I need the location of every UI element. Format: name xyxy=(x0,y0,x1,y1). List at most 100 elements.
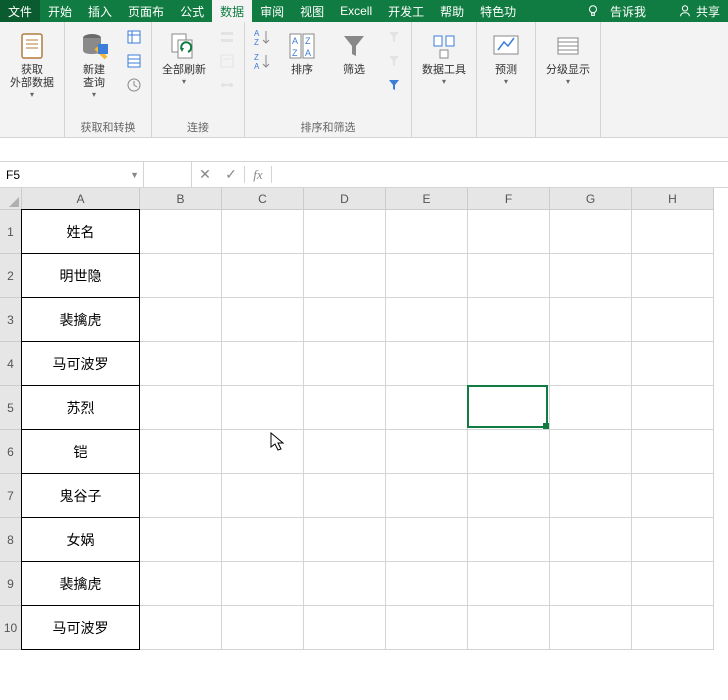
cell-D9[interactable] xyxy=(304,562,386,606)
cell-A4[interactable]: 马可波罗 xyxy=(21,341,140,386)
cell-G4[interactable] xyxy=(550,342,632,386)
cell-A2[interactable]: 明世隐 xyxy=(21,253,140,298)
cell-F6[interactable] xyxy=(468,430,550,474)
tab-1[interactable]: 插入 xyxy=(80,0,120,22)
cell-D3[interactable] xyxy=(304,298,386,342)
cell-F10[interactable] xyxy=(468,606,550,650)
name-box[interactable]: ▼ xyxy=(0,162,144,187)
cell-H10[interactable] xyxy=(632,606,714,650)
refresh-all-button[interactable]: 全部刷新 ▾ xyxy=(158,26,210,90)
cell-E9[interactable] xyxy=(386,562,468,606)
cell-E6[interactable] xyxy=(386,430,468,474)
cell-F1[interactable] xyxy=(468,210,550,254)
cell-E3[interactable] xyxy=(386,298,468,342)
col-header-A[interactable]: A xyxy=(22,188,140,210)
row-header-6[interactable]: 6 xyxy=(0,430,22,474)
cell-D8[interactable] xyxy=(304,518,386,562)
tab-6[interactable]: 视图 xyxy=(292,0,332,22)
cell-D10[interactable] xyxy=(304,606,386,650)
cell-B9[interactable] xyxy=(140,562,222,606)
data-tools-button[interactable]: 数据工具 ▾ xyxy=(418,26,470,90)
col-header-E[interactable]: E xyxy=(386,188,468,210)
tab-3[interactable]: 公式 xyxy=(172,0,212,22)
select-all-corner[interactable] xyxy=(0,188,22,210)
cell-H2[interactable] xyxy=(632,254,714,298)
cell-C7[interactable] xyxy=(222,474,304,518)
get-external-data-button[interactable]: 获取 外部数据 ▾ xyxy=(6,26,58,103)
cell-H7[interactable] xyxy=(632,474,714,518)
cell-H8[interactable] xyxy=(632,518,714,562)
cell-G10[interactable] xyxy=(550,606,632,650)
tab-4[interactable]: 数据 xyxy=(212,0,252,22)
row-header-3[interactable]: 3 xyxy=(0,298,22,342)
cell-A7[interactable]: 鬼谷子 xyxy=(21,473,140,518)
cell-A3[interactable]: 裴擒虎 xyxy=(21,297,140,342)
cell-C1[interactable] xyxy=(222,210,304,254)
from-table-button[interactable] xyxy=(123,50,145,72)
tab-file[interactable]: 文件 xyxy=(0,0,40,22)
cells-area[interactable]: 姓名明世隐裴擒虎马可波罗苏烈铠鬼谷子女娲裴擒虎马可波罗 xyxy=(22,210,714,650)
tab-10[interactable]: 特色功 xyxy=(472,0,524,22)
cell-E10[interactable] xyxy=(386,606,468,650)
row-header-2[interactable]: 2 xyxy=(0,254,22,298)
cell-D6[interactable] xyxy=(304,430,386,474)
cell-E1[interactable] xyxy=(386,210,468,254)
row-header-4[interactable]: 4 xyxy=(0,342,22,386)
cell-E7[interactable] xyxy=(386,474,468,518)
cell-H3[interactable] xyxy=(632,298,714,342)
sort-desc-button[interactable]: ZA xyxy=(251,50,273,72)
spreadsheet-grid[interactable]: ABCDEFGH12345678910姓名明世隐裴擒虎马可波罗苏烈铠鬼谷子女娲裴… xyxy=(0,188,728,650)
tab-0[interactable]: 开始 xyxy=(40,0,80,22)
row-header-1[interactable]: 1 xyxy=(0,210,22,254)
cell-B8[interactable] xyxy=(140,518,222,562)
cell-C8[interactable] xyxy=(222,518,304,562)
row-header-5[interactable]: 5 xyxy=(0,386,22,430)
sort-asc-button[interactable]: AZ xyxy=(251,26,273,48)
cell-F2[interactable] xyxy=(468,254,550,298)
tab-9[interactable]: 帮助 xyxy=(432,0,472,22)
row-header-8[interactable]: 8 xyxy=(0,518,22,562)
cell-G8[interactable] xyxy=(550,518,632,562)
cell-F9[interactable] xyxy=(468,562,550,606)
cell-E8[interactable] xyxy=(386,518,468,562)
cell-D5[interactable] xyxy=(304,386,386,430)
formula-input[interactable] xyxy=(272,162,728,187)
tab-8[interactable]: 开发工 xyxy=(380,0,432,22)
cell-A8[interactable]: 女娲 xyxy=(21,517,140,562)
new-query-button[interactable]: 新建 查询 ▾ xyxy=(71,26,117,103)
cell-C2[interactable] xyxy=(222,254,304,298)
cell-E2[interactable] xyxy=(386,254,468,298)
cell-D7[interactable] xyxy=(304,474,386,518)
cell-C10[interactable] xyxy=(222,606,304,650)
cell-H9[interactable] xyxy=(632,562,714,606)
cell-A10[interactable]: 马可波罗 xyxy=(21,605,140,650)
cell-H5[interactable] xyxy=(632,386,714,430)
cell-G1[interactable] xyxy=(550,210,632,254)
share-button[interactable]: 共享 xyxy=(678,3,720,20)
cell-B7[interactable] xyxy=(140,474,222,518)
cell-H6[interactable] xyxy=(632,430,714,474)
tell-me-text[interactable]: 告诉我 xyxy=(610,3,646,20)
cell-G6[interactable] xyxy=(550,430,632,474)
col-header-C[interactable]: C xyxy=(222,188,304,210)
name-box-input[interactable] xyxy=(6,168,137,182)
cell-D1[interactable] xyxy=(304,210,386,254)
recent-sources-button[interactable] xyxy=(123,74,145,96)
cell-H4[interactable] xyxy=(632,342,714,386)
cell-E4[interactable] xyxy=(386,342,468,386)
cell-D2[interactable] xyxy=(304,254,386,298)
chevron-down-icon[interactable]: ▼ xyxy=(130,170,139,180)
sort-button[interactable]: AZZA 排序 xyxy=(279,26,325,81)
cell-A5[interactable]: 苏烈 xyxy=(21,385,140,430)
cell-F4[interactable] xyxy=(468,342,550,386)
cell-A6[interactable]: 铠 xyxy=(21,429,140,474)
cell-B5[interactable] xyxy=(140,386,222,430)
cell-C4[interactable] xyxy=(222,342,304,386)
cell-E5[interactable] xyxy=(386,386,468,430)
cell-H1[interactable] xyxy=(632,210,714,254)
row-header-7[interactable]: 7 xyxy=(0,474,22,518)
filter-button[interactable]: 筛选 xyxy=(331,26,377,81)
cell-B4[interactable] xyxy=(140,342,222,386)
forecast-button[interactable]: 预测 ▾ xyxy=(483,26,529,90)
show-queries-button[interactable] xyxy=(123,26,145,48)
